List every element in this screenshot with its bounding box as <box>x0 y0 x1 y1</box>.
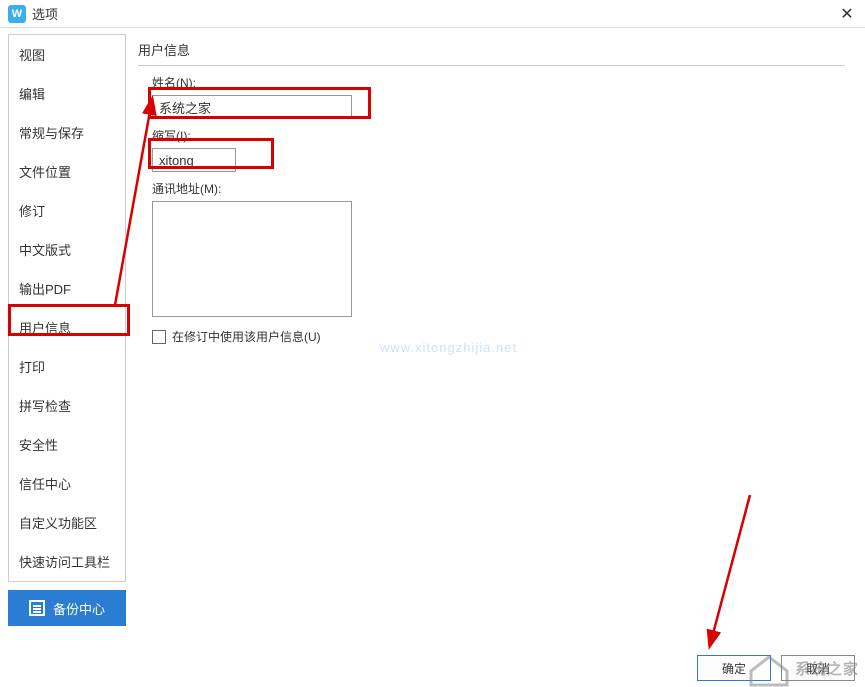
sidebar-item-print[interactable]: 打印 <box>9 347 125 386</box>
app-icon: W <box>8 5 26 23</box>
sidebar-item-user-info[interactable]: 用户信息 <box>9 308 125 347</box>
use-user-info-label: 在修订中使用该用户信息(U) <box>172 328 321 345</box>
sidebar-item-security[interactable]: 安全性 <box>9 425 125 464</box>
sidebar-item-general-save[interactable]: 常规与保存 <box>9 113 125 152</box>
window-title: 选项 <box>32 4 837 23</box>
name-label: 姓名(N): <box>152 74 845 91</box>
backup-center-button[interactable]: 备份中心 <box>8 590 126 626</box>
corner-watermark: 系统之家 <box>747 649 859 687</box>
sidebar-item-file-location[interactable]: 文件位置 <box>9 152 125 191</box>
sidebar-item-quick-access[interactable]: 快速访问工具栏 <box>9 542 125 581</box>
backup-center-label: 备份中心 <box>53 599 105 618</box>
sidebar-item-edit[interactable]: 编辑 <box>9 74 125 113</box>
sidebar: 视图 编辑 常规与保存 文件位置 修订 中文版式 输出PDF 用户信息 打印 拼… <box>8 34 126 582</box>
watermark-logo-icon <box>747 649 791 687</box>
close-icon[interactable]: ✕ <box>837 4 857 24</box>
section-title: 用户信息 <box>138 34 845 63</box>
section-divider <box>138 65 845 66</box>
use-user-info-checkbox[interactable] <box>152 330 166 344</box>
address-label: 通讯地址(M): <box>152 180 845 197</box>
titlebar: W 选项 ✕ <box>0 0 865 28</box>
sidebar-item-trust-center[interactable]: 信任中心 <box>9 464 125 503</box>
center-watermark: www.xitongzhijia.net <box>380 340 517 355</box>
name-input[interactable] <box>152 95 352 119</box>
sidebar-item-output-pdf[interactable]: 输出PDF <box>9 269 125 308</box>
address-input[interactable] <box>152 201 352 317</box>
backup-icon <box>29 600 45 616</box>
sidebar-item-view[interactable]: 视图 <box>9 35 125 74</box>
sidebar-item-custom-ribbon[interactable]: 自定义功能区 <box>9 503 125 542</box>
sidebar-item-revision[interactable]: 修订 <box>9 191 125 230</box>
abbr-label: 缩写(I): <box>152 127 845 144</box>
sidebar-item-spellcheck[interactable]: 拼写检查 <box>9 386 125 425</box>
abbr-input[interactable] <box>152 148 236 172</box>
sidebar-item-chinese-layout[interactable]: 中文版式 <box>9 230 125 269</box>
